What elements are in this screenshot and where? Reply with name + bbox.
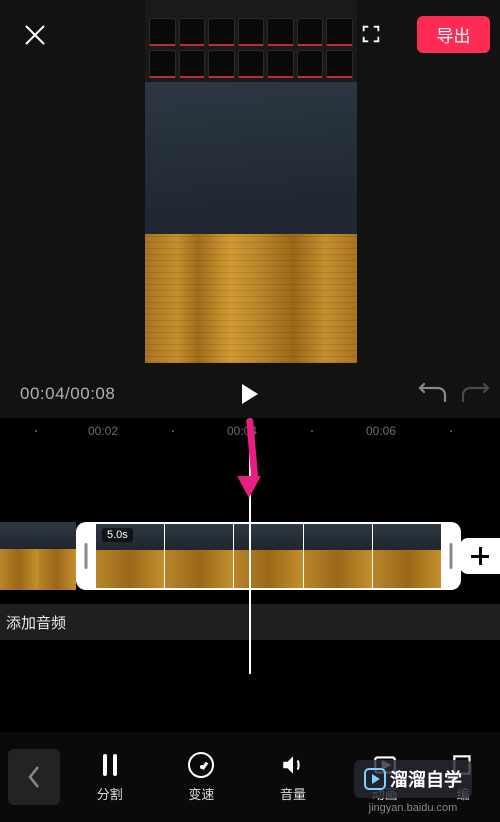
clip-selected[interactable]: 5.0s bbox=[76, 522, 461, 590]
watermark: 溜溜自学 jingyan.baidu.com bbox=[354, 760, 472, 814]
redo-button[interactable] bbox=[460, 382, 490, 409]
tool-label: 分割 bbox=[97, 784, 123, 803]
trim-handle-right[interactable] bbox=[441, 524, 461, 588]
add-clip-button[interactable] bbox=[460, 538, 500, 574]
trim-handle-left[interactable] bbox=[76, 524, 96, 588]
close-icon[interactable] bbox=[24, 24, 46, 46]
time-display: 00:04/00:08 bbox=[20, 384, 115, 404]
transport-bar: 00:04/00:08 bbox=[0, 370, 500, 418]
clip-duration-badge: 5.0s bbox=[102, 528, 133, 542]
ruler-mark: 00:02 bbox=[88, 424, 118, 438]
tool-volume[interactable]: 音量 bbox=[265, 752, 321, 803]
add-audio-label: 添加音频 bbox=[6, 612, 66, 633]
tool-label: 音量 bbox=[280, 784, 306, 803]
undo-button[interactable] bbox=[418, 382, 448, 409]
split-icon bbox=[97, 752, 123, 778]
time-ruler: 00:02 00:04 00:06 bbox=[0, 418, 500, 446]
annotation-arrow bbox=[243, 418, 255, 498]
tool-speed[interactable]: 变速 bbox=[173, 752, 229, 803]
back-button[interactable] bbox=[8, 749, 60, 805]
tool-split[interactable]: 分割 bbox=[82, 752, 138, 803]
video-editor-screen: 导出 00:04/00:08 00:02 00:04 00:06 bbox=[0, 0, 500, 822]
top-bar: 导出 bbox=[0, 0, 500, 70]
current-time: 00:04 bbox=[20, 384, 65, 403]
watermark-brand: 溜溜自学 bbox=[390, 766, 462, 792]
watermark-logo-icon bbox=[364, 768, 386, 790]
tool-label: 变速 bbox=[188, 784, 214, 803]
play-button[interactable] bbox=[242, 384, 258, 404]
fullscreen-icon[interactable] bbox=[360, 23, 382, 45]
volume-icon bbox=[280, 752, 306, 778]
speed-icon bbox=[188, 752, 214, 778]
timeline[interactable]: 00:02 00:04 00:06 5.0s bbox=[0, 418, 500, 732]
watermark-url: jingyan.baidu.com bbox=[354, 802, 472, 814]
clip-leading[interactable] bbox=[0, 522, 76, 590]
total-time: 00:08 bbox=[70, 384, 115, 403]
export-button[interactable]: 导出 bbox=[417, 16, 490, 53]
ruler-mark: 00:06 bbox=[366, 424, 396, 438]
